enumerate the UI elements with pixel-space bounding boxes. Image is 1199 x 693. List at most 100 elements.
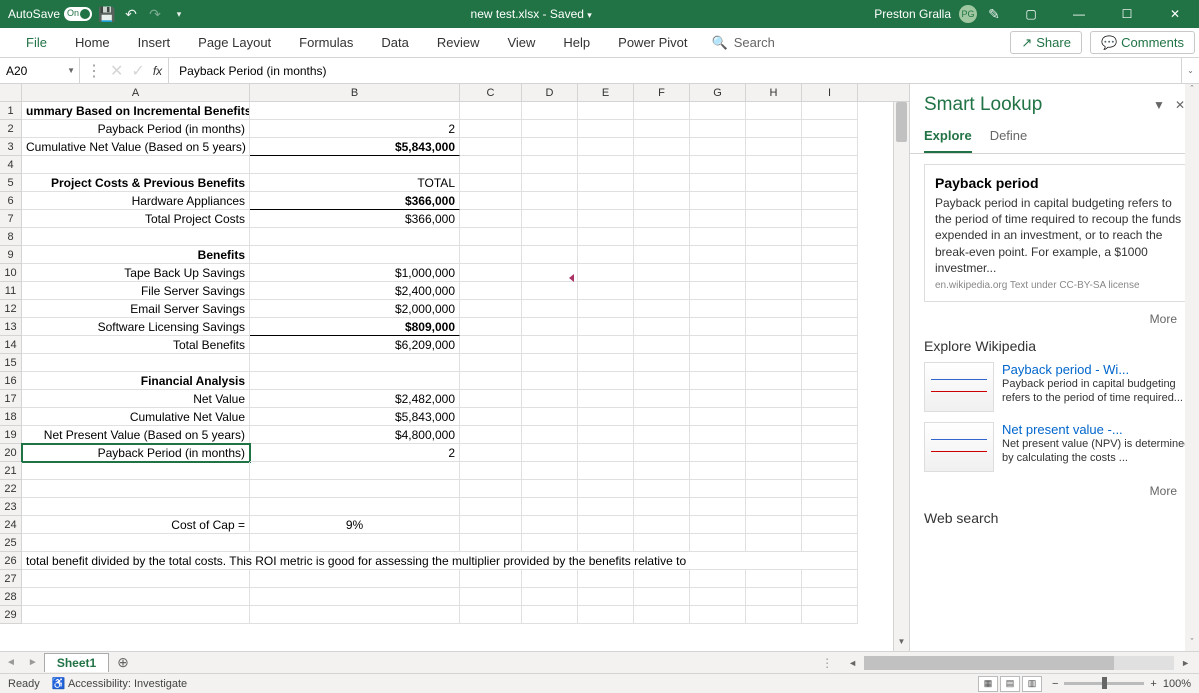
cell[interactable] — [460, 372, 522, 390]
row-header[interactable]: 25 — [0, 534, 22, 552]
cell[interactable] — [460, 228, 522, 246]
cell[interactable]: Benefits — [22, 246, 250, 264]
cell[interactable] — [746, 480, 802, 498]
row-header[interactable]: 6 — [0, 192, 22, 210]
cell[interactable] — [460, 516, 522, 534]
cell[interactable]: 9% — [250, 516, 460, 534]
scroll-down-icon[interactable]: ▼ — [894, 637, 909, 651]
cell[interactable]: Project Costs & Previous Benefits — [22, 174, 250, 192]
cell[interactable] — [578, 498, 634, 516]
split-handle[interactable]: ⋮ — [821, 656, 845, 670]
cell[interactable] — [250, 354, 460, 372]
cell[interactable] — [522, 354, 578, 372]
cell[interactable] — [690, 390, 746, 408]
col-header-A[interactable]: A — [22, 84, 250, 101]
cell[interactable] — [578, 282, 634, 300]
cell[interactable] — [690, 210, 746, 228]
spreadsheet[interactable]: ABCDEFGHI 1ummary Based on Incremental B… — [0, 84, 909, 651]
cell[interactable] — [634, 120, 690, 138]
row-header[interactable]: 22 — [0, 480, 22, 498]
toggle-switch[interactable]: On — [64, 7, 92, 21]
cell[interactable] — [802, 228, 858, 246]
cell[interactable] — [460, 318, 522, 336]
cell[interactable] — [690, 264, 746, 282]
cell[interactable] — [746, 102, 802, 120]
cell[interactable] — [690, 192, 746, 210]
cell[interactable] — [522, 138, 578, 156]
cell[interactable] — [634, 498, 690, 516]
tab-formulas[interactable]: Formulas — [285, 28, 367, 57]
tab-power-pivot[interactable]: Power Pivot — [604, 28, 701, 57]
cell[interactable] — [746, 588, 802, 606]
cell[interactable] — [690, 480, 746, 498]
cell[interactable] — [746, 300, 802, 318]
col-header-E[interactable]: E — [578, 84, 634, 101]
cell[interactable]: Payback Period (in months) — [22, 120, 250, 138]
cell[interactable] — [746, 210, 802, 228]
cell[interactable] — [690, 228, 746, 246]
col-header-F[interactable]: F — [634, 84, 690, 101]
cell[interactable] — [578, 462, 634, 480]
cell[interactable] — [460, 174, 522, 192]
expand-formula-icon[interactable]: ⌄ — [1181, 58, 1199, 83]
accept-icon[interactable]: ✓ — [131, 61, 144, 81]
cell[interactable] — [460, 138, 522, 156]
ribbon-mode-icon[interactable]: ▢ — [1011, 0, 1051, 28]
cell[interactable] — [634, 138, 690, 156]
cell[interactable] — [690, 282, 746, 300]
cell[interactable] — [634, 444, 690, 462]
cell[interactable] — [250, 534, 460, 552]
cell[interactable] — [578, 444, 634, 462]
cell[interactable] — [802, 336, 858, 354]
cell[interactable] — [634, 102, 690, 120]
cell[interactable] — [802, 318, 858, 336]
cell[interactable] — [522, 390, 578, 408]
cell[interactable] — [22, 606, 250, 624]
cell[interactable] — [746, 120, 802, 138]
pane-close-icon[interactable]: ✕ — [1175, 98, 1185, 112]
cell[interactable] — [746, 570, 802, 588]
formula-input[interactable]: Payback Period (in months) — [169, 58, 1181, 83]
cell[interactable] — [22, 156, 250, 174]
cell[interactable] — [690, 336, 746, 354]
cell[interactable] — [460, 210, 522, 228]
vdots-icon[interactable]: ⋮ — [86, 61, 102, 81]
cancel-icon[interactable]: ✕ — [110, 61, 123, 81]
cell[interactable] — [802, 498, 858, 516]
comments-button[interactable]: 💬Comments — [1090, 31, 1195, 54]
pane-menu-icon[interactable]: ▼ — [1153, 98, 1165, 112]
cell[interactable] — [522, 192, 578, 210]
cell[interactable] — [802, 246, 858, 264]
zoom-slider[interactable] — [1064, 682, 1144, 685]
cell[interactable] — [634, 192, 690, 210]
cell[interactable] — [522, 336, 578, 354]
cell[interactable] — [22, 354, 250, 372]
cell[interactable] — [802, 354, 858, 372]
cell[interactable] — [578, 588, 634, 606]
cell[interactable] — [634, 372, 690, 390]
add-sheet-icon[interactable]: ⊕ — [109, 654, 137, 671]
cell[interactable] — [802, 534, 858, 552]
cell[interactable] — [802, 102, 858, 120]
cell[interactable] — [460, 390, 522, 408]
cell[interactable] — [802, 138, 858, 156]
col-header-C[interactable]: C — [460, 84, 522, 101]
cell[interactable] — [522, 174, 578, 192]
cell[interactable] — [522, 444, 578, 462]
cell[interactable] — [634, 390, 690, 408]
row-header[interactable]: 27 — [0, 570, 22, 588]
row-header[interactable]: 4 — [0, 156, 22, 174]
cell[interactable] — [250, 606, 460, 624]
row-header[interactable]: 17 — [0, 390, 22, 408]
cell[interactable]: $809,000 — [250, 318, 460, 336]
view-page-layout-icon[interactable]: ▤ — [1000, 676, 1020, 692]
row-header[interactable]: 8 — [0, 228, 22, 246]
cell[interactable] — [690, 120, 746, 138]
wiki-result[interactable]: Payback period - Wi...Payback period in … — [924, 362, 1193, 412]
wiki-result[interactable]: Net present value -...Net present value … — [924, 422, 1193, 472]
qat-more-icon[interactable]: ▾ — [170, 5, 188, 23]
cell[interactable] — [746, 138, 802, 156]
cell[interactable]: Email Server Savings — [22, 300, 250, 318]
cell[interactable]: Cumulative Net Value — [22, 408, 250, 426]
cell[interactable]: $366,000 — [250, 210, 460, 228]
